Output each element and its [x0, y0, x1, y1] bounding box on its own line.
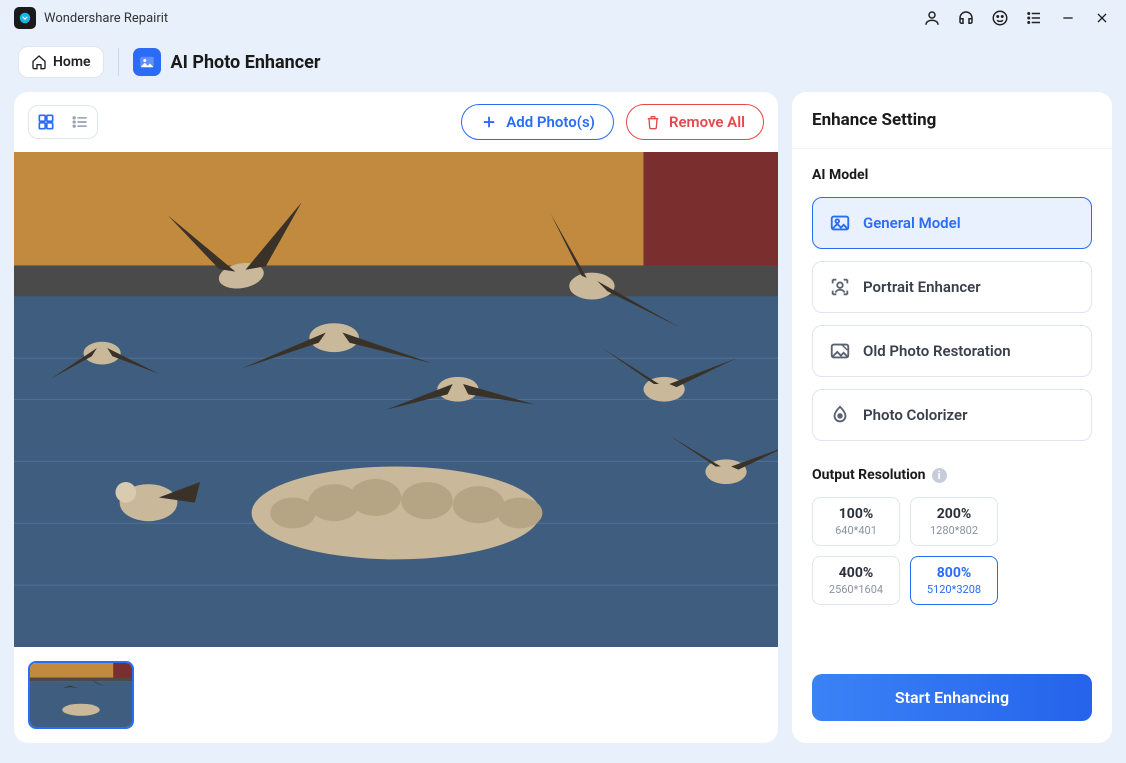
- model-label: Photo Colorizer: [863, 406, 967, 424]
- model-general[interactable]: General Model: [812, 197, 1092, 249]
- right-panel: Enhance Setting AI Model General Model P…: [792, 92, 1112, 743]
- home-button[interactable]: Home: [18, 46, 104, 78]
- panel-body: AI Model General Model Portrait Enhancer…: [792, 149, 1112, 656]
- model-old-photo[interactable]: Old Photo Restoration: [812, 325, 1092, 377]
- panel-footer: Start Enhancing: [792, 656, 1112, 743]
- divider: [118, 48, 119, 76]
- model-list: General Model Portrait Enhancer Old Phot…: [812, 197, 1092, 441]
- main-image-preview[interactable]: [14, 152, 778, 647]
- main: Add Photo(s) Remove All: [0, 92, 1126, 757]
- image-icon: [829, 212, 851, 234]
- grid-view-button[interactable]: [29, 106, 63, 138]
- close-icon[interactable]: [1092, 8, 1112, 28]
- add-photos-button[interactable]: Add Photo(s): [461, 104, 614, 140]
- title-bar-right: [922, 8, 1112, 28]
- minimize-icon[interactable]: [1058, 8, 1078, 28]
- res-dim: 640*401: [817, 524, 895, 537]
- panel-header: Enhance Setting: [792, 92, 1112, 149]
- model-colorizer[interactable]: Photo Colorizer: [812, 389, 1092, 441]
- left-toolbar: Add Photo(s) Remove All: [14, 92, 778, 152]
- ai-model-label: AI Model: [812, 167, 1092, 183]
- output-res-label: Output Resolution i: [812, 467, 1092, 483]
- remove-all-button[interactable]: Remove All: [626, 104, 764, 140]
- title-bar: Wondershare Repairit: [0, 0, 1126, 36]
- image-area: [14, 152, 778, 743]
- add-photos-label: Add Photo(s): [506, 113, 595, 131]
- res-200[interactable]: 200% 1280*802: [910, 497, 998, 546]
- info-icon[interactable]: i: [932, 468, 947, 483]
- res-pct: 400%: [817, 565, 895, 581]
- res-dim: 1280*802: [915, 524, 993, 537]
- res-800[interactable]: 800% 5120*3208: [910, 556, 998, 605]
- home-label: Home: [53, 54, 91, 70]
- res-pct: 200%: [915, 506, 993, 522]
- model-portrait[interactable]: Portrait Enhancer: [812, 261, 1092, 313]
- res-dim: 5120*3208: [915, 583, 993, 596]
- feedback-icon[interactable]: [990, 8, 1010, 28]
- resolution-grid: 100% 640*401 200% 1280*802 400% 2560*160…: [812, 497, 1092, 605]
- colorize-icon: [829, 404, 851, 426]
- module-icon: [133, 48, 161, 76]
- model-label: General Model: [863, 214, 961, 232]
- menu-icon[interactable]: [1024, 8, 1044, 28]
- model-label: Portrait Enhancer: [863, 278, 981, 296]
- title-bar-left: Wondershare Repairit: [14, 7, 168, 29]
- start-enhancing-button[interactable]: Start Enhancing: [812, 674, 1092, 721]
- remove-all-label: Remove All: [669, 113, 745, 131]
- list-view-button[interactable]: [63, 106, 97, 138]
- model-label: Old Photo Restoration: [863, 342, 1011, 360]
- res-400[interactable]: 400% 2560*1604: [812, 556, 900, 605]
- app-logo-icon: [14, 7, 36, 29]
- left-panel: Add Photo(s) Remove All: [14, 92, 778, 743]
- res-pct: 100%: [817, 506, 895, 522]
- res-100[interactable]: 100% 640*401: [812, 497, 900, 546]
- panel-title: Enhance Setting: [812, 110, 1092, 130]
- module-title-wrap: AI Photo Enhancer: [133, 48, 321, 76]
- portrait-icon: [829, 276, 851, 298]
- module-title: AI Photo Enhancer: [171, 52, 321, 73]
- res-pct: 800%: [915, 565, 993, 581]
- account-icon[interactable]: [922, 8, 942, 28]
- app-title: Wondershare Repairit: [44, 11, 168, 26]
- view-toggle: [28, 105, 98, 139]
- restore-icon: [829, 340, 851, 362]
- res-dim: 2560*1604: [817, 583, 895, 596]
- thumbnail-item[interactable]: [28, 661, 134, 729]
- module-bar: Home AI Photo Enhancer: [0, 36, 1126, 92]
- support-icon[interactable]: [956, 8, 976, 28]
- thumbnail-strip: [14, 647, 778, 743]
- left-toolbar-actions: Add Photo(s) Remove All: [461, 104, 764, 140]
